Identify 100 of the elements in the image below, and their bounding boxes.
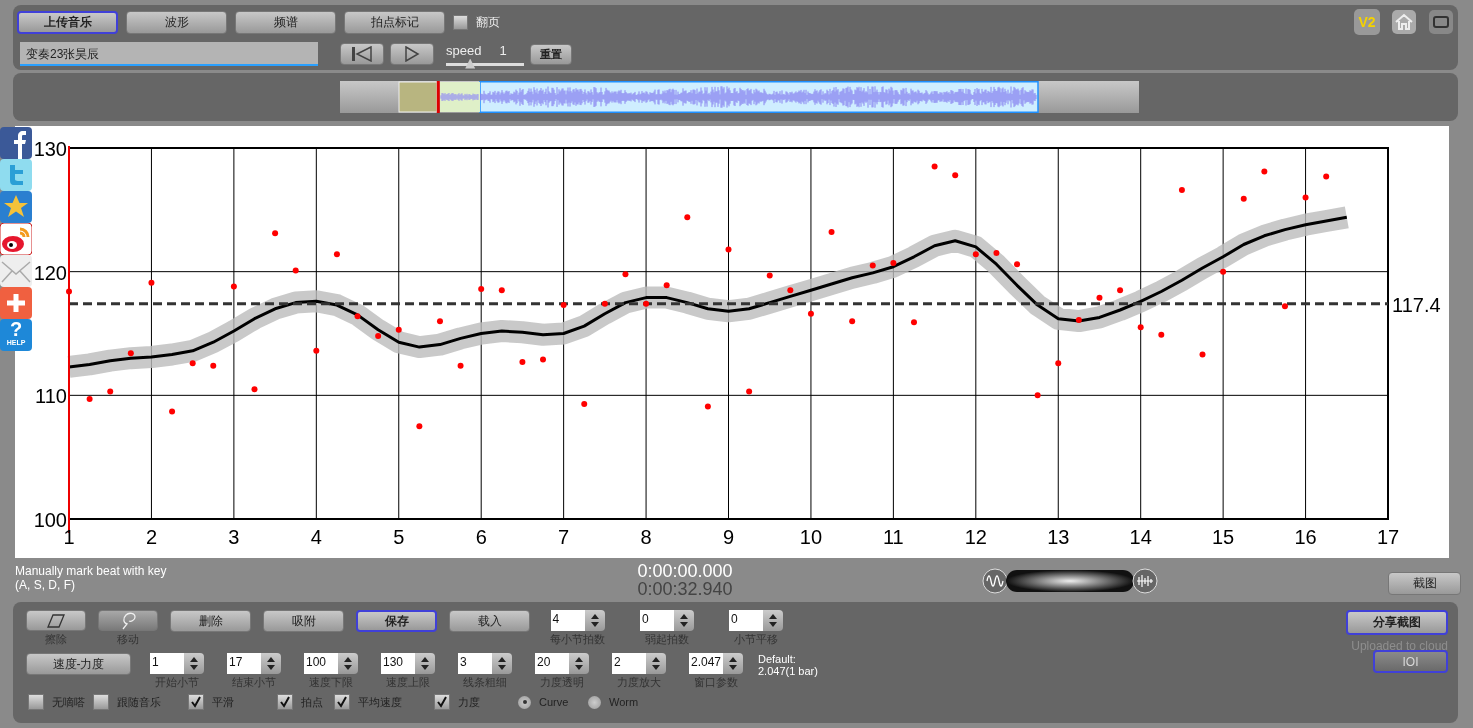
speed-slider[interactable] bbox=[446, 62, 524, 66]
checkbox[interactable] bbox=[453, 14, 468, 30]
beat-point[interactable] bbox=[1075, 316, 1082, 323]
action-button[interactable]: 载入 bbox=[449, 610, 530, 632]
screenshot-button[interactable]: 截图 bbox=[1388, 572, 1461, 595]
stepper-button[interactable] bbox=[415, 653, 435, 674]
option-label: Worm bbox=[609, 696, 639, 708]
beat-point[interactable] bbox=[1302, 194, 1309, 201]
beat-point[interactable] bbox=[230, 283, 237, 290]
beat-point[interactable] bbox=[148, 279, 155, 286]
file-name-field[interactable]: 变奏23张昊辰 bbox=[20, 42, 318, 66]
number-field[interactable]: 0 bbox=[729, 610, 763, 631]
stepper-button[interactable] bbox=[646, 653, 666, 674]
action-button[interactable]: 保存 bbox=[356, 610, 437, 632]
x-tick-label: 3 bbox=[228, 526, 240, 548]
number-field[interactable]: 1 bbox=[150, 653, 184, 674]
mode-button[interactable]: 速度-力度 bbox=[26, 653, 131, 675]
stepper-button[interactable] bbox=[723, 653, 743, 674]
rewind-button[interactable] bbox=[340, 43, 384, 65]
window-region bbox=[440, 82, 480, 112]
share-button[interactable]: 分享截图 bbox=[1346, 610, 1448, 635]
checkbox[interactable] bbox=[277, 694, 293, 710]
stepper-button[interactable] bbox=[338, 653, 358, 674]
checkbox[interactable] bbox=[188, 694, 204, 710]
tab[interactable]: 频谱 bbox=[235, 10, 336, 34]
radio-button[interactable] bbox=[518, 695, 531, 709]
number-field[interactable]: 2.047 bbox=[689, 653, 723, 674]
option-label: 平滑 bbox=[212, 694, 234, 710]
selection-region[interactable] bbox=[479, 81, 1039, 113]
eraser-icon bbox=[47, 613, 65, 628]
x-tick-label: 4 bbox=[310, 526, 322, 548]
reset-button[interactable]: 重置 bbox=[530, 43, 572, 65]
number-field[interactable]: 2 bbox=[612, 653, 646, 674]
option-label: 平均速度 bbox=[358, 694, 402, 710]
average-label: 117.4 bbox=[1392, 293, 1441, 316]
x-tick-label: 15 bbox=[1212, 526, 1235, 548]
y-tick-label: 110 bbox=[35, 385, 67, 408]
action-button[interactable]: 删除 bbox=[170, 610, 251, 632]
number-field[interactable]: 130 bbox=[381, 653, 415, 674]
loop-region[interactable] bbox=[398, 81, 438, 113]
beat-point[interactable] bbox=[1034, 392, 1041, 399]
option-label: 力度 bbox=[458, 694, 480, 710]
waveform-overview[interactable] bbox=[340, 81, 1139, 113]
number-field[interactable]: 4 bbox=[550, 610, 585, 631]
stepper-button[interactable] bbox=[584, 610, 605, 631]
playhead-marker[interactable] bbox=[436, 81, 440, 113]
checkbox[interactable] bbox=[93, 694, 109, 710]
number-field[interactable]: 0 bbox=[640, 610, 674, 631]
facebook-icon[interactable] bbox=[0, 127, 32, 159]
home-icon[interactable] bbox=[1391, 9, 1417, 35]
number-field[interactable]: 3 bbox=[458, 653, 492, 674]
beat-point[interactable] bbox=[560, 302, 567, 309]
beat-point[interactable] bbox=[1281, 303, 1288, 310]
checkbox[interactable] bbox=[28, 694, 44, 710]
stepper-button[interactable] bbox=[492, 653, 512, 674]
stepper-button[interactable] bbox=[184, 653, 204, 674]
checkbox[interactable] bbox=[434, 694, 450, 710]
stepper-button[interactable] bbox=[569, 653, 589, 674]
action-button[interactable]: 吸附 bbox=[263, 610, 344, 632]
stepper-button[interactable] bbox=[261, 653, 281, 674]
stepper-button[interactable] bbox=[763, 610, 783, 631]
stepper-button[interactable] bbox=[674, 610, 694, 631]
default-note: 2.047(1 bar) bbox=[758, 665, 818, 677]
total-time: 0:00:32.940 bbox=[636, 580, 734, 598]
plus-icon[interactable] bbox=[0, 287, 32, 319]
tool-button[interactable] bbox=[26, 610, 86, 631]
beat-point[interactable] bbox=[1055, 360, 1062, 367]
tab[interactable]: 拍点标记 bbox=[344, 10, 445, 34]
play-button[interactable] bbox=[390, 43, 434, 65]
play-icon bbox=[404, 46, 420, 62]
fullscreen-icon[interactable] bbox=[1428, 9, 1454, 35]
beat-point[interactable] bbox=[292, 267, 299, 274]
skip-back-icon bbox=[351, 46, 373, 62]
option-label: 跟随音乐 bbox=[117, 694, 161, 710]
beat-point[interactable] bbox=[1137, 324, 1144, 331]
x-tick-label: 10 bbox=[799, 526, 823, 548]
option-label: 拍点 bbox=[301, 694, 323, 710]
speed-label: speed bbox=[446, 42, 482, 58]
x-tick-label: 17 bbox=[1376, 526, 1400, 548]
beat-point[interactable] bbox=[622, 271, 629, 278]
slider-thumb[interactable] bbox=[465, 58, 476, 69]
beat-point[interactable] bbox=[375, 332, 382, 339]
beat-point[interactable] bbox=[601, 300, 608, 307]
number-field[interactable]: 20 bbox=[535, 653, 569, 674]
radio-button[interactable] bbox=[588, 695, 601, 709]
weibo-icon[interactable] bbox=[0, 223, 32, 255]
beat-point[interactable] bbox=[725, 246, 732, 253]
x-tick-label: 12 bbox=[964, 526, 987, 548]
number-field[interactable]: 100 bbox=[304, 653, 338, 674]
beat-point[interactable] bbox=[354, 313, 361, 320]
checkbox[interactable] bbox=[334, 694, 350, 710]
beat-point[interactable] bbox=[313, 347, 320, 354]
number-field[interactable]: 17 bbox=[227, 653, 261, 674]
tab[interactable]: 波形 bbox=[126, 10, 227, 34]
y-tick-label: 120 bbox=[33, 261, 67, 284]
tool-button[interactable] bbox=[98, 610, 158, 631]
x-tick-label: 2 bbox=[145, 526, 157, 548]
beat-point[interactable] bbox=[890, 260, 897, 266]
tab[interactable]: 上传音乐 bbox=[17, 10, 118, 34]
beat-point[interactable] bbox=[643, 300, 650, 307]
